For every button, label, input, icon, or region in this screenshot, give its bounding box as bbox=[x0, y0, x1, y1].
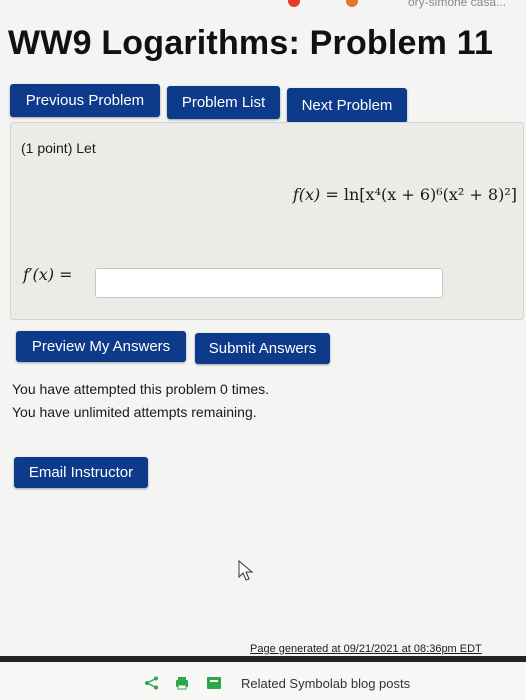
email-instructor-button[interactable]: Email Instructor bbox=[14, 457, 148, 488]
problem-panel: (1 point) Let f(x) = ln[x⁴(x + 6)⁶(x² + … bbox=[10, 122, 524, 320]
attempts-message: You have attempted this problem 0 times.… bbox=[12, 378, 269, 424]
printer-icon[interactable] bbox=[174, 676, 190, 690]
attempts-count: You have attempted this problem 0 times. bbox=[12, 381, 270, 397]
formula-lhs: f(x) = bbox=[292, 185, 344, 204]
page-title: WW9 Logarithms: Problem 11 bbox=[8, 24, 494, 62]
preview-answers-button[interactable]: Preview My Answers bbox=[16, 331, 186, 362]
page-generated-text: Page generated at 09/21/2021 at 08:36pm … bbox=[250, 643, 482, 655]
related-posts-bar: Related Symbolab blog posts bbox=[0, 662, 526, 700]
cursor-icon bbox=[238, 560, 254, 581]
answer-input[interactable] bbox=[95, 268, 443, 298]
tab-icon[interactable] bbox=[288, 0, 300, 7]
tab-icon[interactable] bbox=[346, 0, 359, 7]
derivative-label: f′(x) = bbox=[23, 265, 73, 284]
browser-tab-icons bbox=[288, 0, 400, 12]
bookmark-icon[interactable] bbox=[206, 676, 222, 690]
previous-problem-button[interactable]: Previous Problem bbox=[10, 84, 160, 117]
problem-formula: f(x) = ln[x⁴(x + 6)⁶(x² + 8)²] bbox=[293, 185, 517, 204]
share-icon[interactable] bbox=[144, 676, 160, 690]
formula-rhs: ln[x⁴(x + 6)⁶(x² + 8)²] bbox=[343, 185, 517, 204]
browser-tab-text[interactable]: ory-simone casa... bbox=[408, 0, 506, 9]
problem-list-button[interactable]: Problem List bbox=[167, 86, 280, 119]
related-blog-posts[interactable]: Related Symbolab blog posts bbox=[241, 676, 410, 691]
attempts-remaining: You have unlimited attempts remaining. bbox=[12, 404, 257, 420]
browser-top-strip: ory-simone casa... bbox=[0, 0, 526, 14]
next-problem-button[interactable]: Next Problem bbox=[287, 88, 407, 123]
submit-answers-button[interactable]: Submit Answers bbox=[195, 333, 330, 364]
problem-intro: (1 point) Let bbox=[21, 140, 96, 156]
